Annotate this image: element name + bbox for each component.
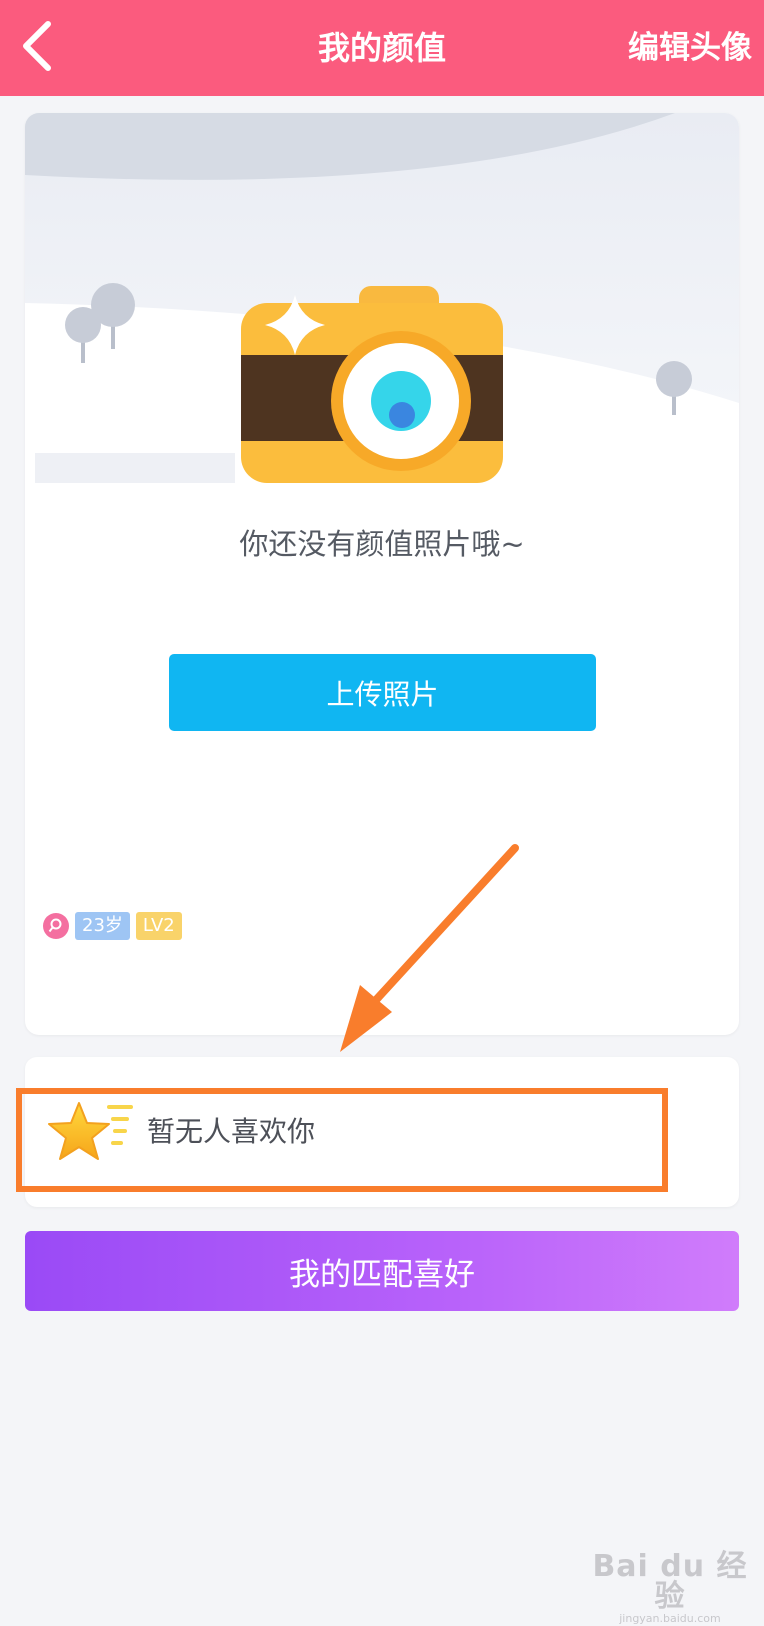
upload-photo-button[interactable]: 上传照片 [169, 654, 596, 731]
female-icon [43, 913, 69, 939]
likes-status-text: 暂无人喜欢你 [147, 1115, 316, 1148]
back-button[interactable] [8, 14, 64, 78]
profile-badges: 23岁 LV2 [43, 912, 182, 940]
photo-card: 你还没有颜值照片哦~ 上传照片 23岁 LV2 [25, 113, 739, 1035]
level-badge: LV2 [135, 912, 182, 940]
age-badge: 23岁 [75, 912, 130, 940]
watermark-logo: Bai du 经验 [592, 1549, 748, 1614]
camera-icon [241, 286, 503, 483]
likes-card[interactable]: 暂无人喜欢你 [25, 1057, 739, 1207]
watermark-url: jingyan.baidu.com [619, 1612, 721, 1625]
watermark: Bai du 经验 jingyan.baidu.com [585, 1552, 755, 1626]
chevron-left-icon [23, 21, 51, 71]
match-preferences-button[interactable]: 我的匹配喜好 [25, 1231, 739, 1311]
star-icon [48, 1102, 133, 1160]
app-header: 我的颜值 编辑头像 [0, 0, 764, 96]
empty-photo-message: 你还没有颜值照片哦~ [239, 527, 525, 561]
edit-avatar-button[interactable]: 编辑头像 [628, 0, 752, 96]
empty-photo-illustration [25, 113, 739, 493]
